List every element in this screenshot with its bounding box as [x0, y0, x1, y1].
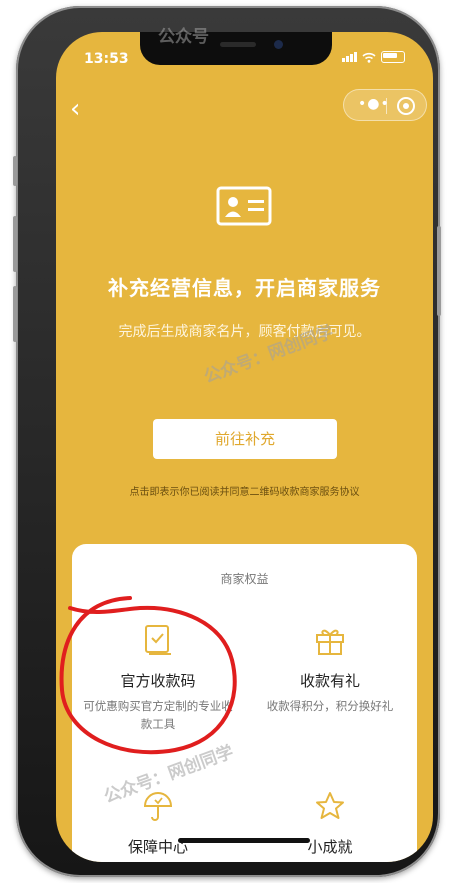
home-indicator	[178, 838, 310, 843]
phone-screen: 13:53 ‹ •●• 补充经营信息，开启商家服务 完成后生成商家名片，顾客付款…	[56, 32, 433, 862]
benefit-name: 官方收款码	[120, 672, 196, 690]
benefit-item-official-code[interactable]: 官方收款码 可优惠购买官方定制的专业收款工具	[72, 624, 244, 733]
star-icon	[316, 792, 344, 819]
page-headline: 补充经营信息，开启商家服务	[108, 276, 381, 300]
benefit-desc: 收款得积分，积分换好礼	[266, 699, 394, 713]
umbrella-icon	[143, 792, 173, 821]
benefit-item-protection[interactable]: 保障中心	[72, 790, 244, 857]
signal-icon	[342, 52, 357, 62]
benefit-desc: 可优惠购买官方定制的专业收款工具	[83, 699, 233, 731]
volume-up-button	[13, 216, 17, 272]
close-mini-program-icon[interactable]	[397, 97, 415, 115]
benefits-title: 商家权益	[220, 572, 269, 586]
mute-switch	[13, 156, 17, 186]
benefit-item-collect-gift[interactable]: 收款有礼 收款得积分，积分换好礼	[244, 624, 416, 715]
volume-down-button	[13, 286, 17, 342]
status-icons	[342, 51, 405, 63]
merchant-benefits-card: 商家权益 官方收款码 可优惠购买官方定制的专业收款工具 收款有礼 收款得积分，积…	[72, 544, 417, 862]
gift-icon	[316, 629, 344, 655]
phone-frame: 13:53 ‹ •●• 补充经营信息，开启商家服务 完成后生成商家名片，顾客付款…	[13, 6, 441, 877]
page-subline: 完成后生成商家名片，顾客付款后可见。	[118, 324, 371, 340]
more-menu-icon[interactable]: •●•	[358, 96, 390, 112]
go-fill-in-button[interactable]: 前往补充	[153, 419, 337, 459]
mini-program-capsule: •●•	[343, 89, 427, 121]
back-button[interactable]: ‹	[70, 96, 80, 122]
wifi-icon	[362, 52, 376, 63]
power-button	[437, 226, 441, 316]
business-card-icon	[216, 186, 272, 226]
receipt-code-icon	[145, 625, 171, 655]
benefit-name: 收款有礼	[299, 672, 360, 690]
notch	[140, 32, 332, 65]
benefit-item-achievement[interactable]: 小成就	[244, 790, 416, 857]
battery-icon	[381, 51, 405, 63]
status-time: 13:53	[84, 51, 129, 67]
agreement-text[interactable]: 点击即表示你已阅读并同意二维码收款商家服务协议	[56, 483, 433, 498]
